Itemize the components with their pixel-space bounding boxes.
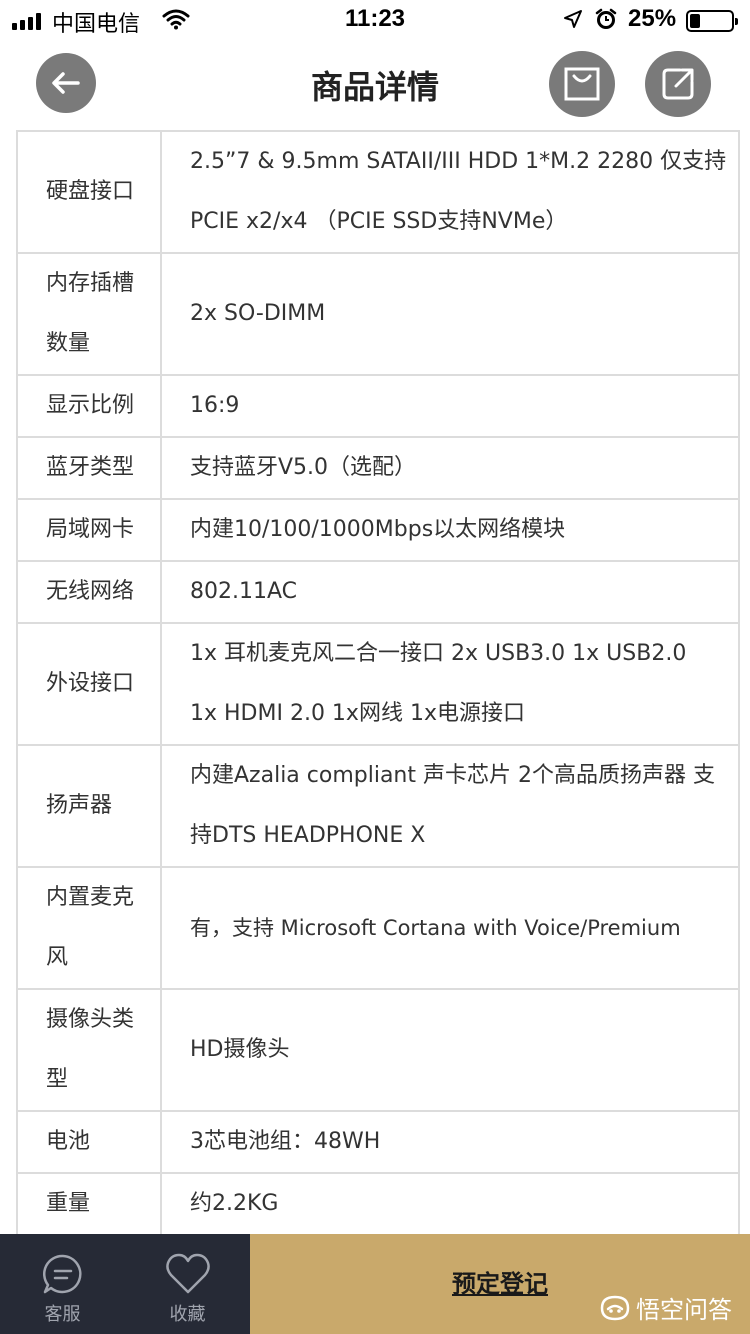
table-row: 电池 3芯电池组：48WH: [16, 1110, 740, 1174]
spec-key: 摄像头类型: [16, 988, 162, 1112]
spec-key: 内置麦克风: [16, 866, 162, 990]
spec-key: 扬声器: [16, 744, 162, 868]
spec-value: 内建10/100/1000Mbps以太网络模块: [160, 498, 740, 562]
spec-value: 约2.2KG: [160, 1172, 740, 1236]
battery-icon: [686, 10, 738, 32]
spec-value: 802.11AC: [160, 560, 740, 624]
battery-percent: 25%: [628, 5, 677, 32]
spec-key: 无线网络: [16, 560, 162, 624]
reserve-label: 预定登记: [452, 1270, 548, 1298]
spec-key: 显示比例: [16, 374, 162, 438]
spec-value: 支持蓝牙V5.0（选配）: [160, 436, 740, 500]
spec-value: 2.5”7 & 9.5mm SATAII/III HDD 1*M.2 2280 …: [160, 130, 740, 254]
table-row: 内置麦克风 有，支持 Microsoft Cortana with Voice/…: [16, 866, 740, 990]
alarm-icon: [595, 8, 617, 35]
table-row: 无线网络 802.11AC: [16, 560, 740, 624]
favorite-label: 收藏: [169, 1304, 206, 1325]
table-row: 局域网卡 内建10/100/1000Mbps以太网络模块: [16, 498, 740, 562]
location-icon: [563, 9, 583, 34]
spec-key: 重量: [16, 1172, 162, 1236]
spec-value: HD摄像头: [160, 988, 740, 1112]
customer-service-button[interactable]: 客服: [0, 1234, 125, 1334]
spec-key: 电池: [16, 1110, 162, 1174]
page-title: 商品详情: [310, 68, 439, 106]
watermark: 悟空问答: [600, 1290, 732, 1325]
spec-value: 16:9: [160, 374, 740, 438]
spec-value: 内建Azalia compliant 声卡芯片 2个高品质扬声器 支持DTS H…: [160, 744, 740, 868]
share-icon: [662, 68, 694, 100]
favorite-button[interactable]: 收藏: [125, 1234, 250, 1334]
cart-button[interactable]: [549, 51, 615, 117]
spec-key: 外设接口: [16, 622, 162, 746]
spec-value: 2x SO-DIMM: [160, 252, 740, 376]
header: 商品详情: [0, 40, 750, 130]
customer-service-label: 客服: [44, 1304, 81, 1325]
spec-value: 有，支持 Microsoft Cortana with Voice/Premiu…: [160, 866, 740, 990]
spec-key: 硬盘接口: [16, 130, 162, 254]
cart-icon: [564, 67, 600, 101]
spec-table: 硬盘接口 2.5”7 & 9.5mm SATAII/III HDD 1*M.2 …: [16, 130, 740, 1236]
table-row: 硬盘接口 2.5”7 & 9.5mm SATAII/III HDD 1*M.2 …: [16, 130, 740, 254]
bottom-tabs: 客服 收藏: [0, 1234, 250, 1334]
table-row: 蓝牙类型 支持蓝牙V5.0（选配）: [16, 436, 740, 500]
wukong-logo-icon: [600, 1295, 630, 1320]
table-row: 显示比例 16:9: [16, 374, 740, 438]
status-bar: 中国电信 11:23 25%: [0, 0, 750, 40]
watermark-text: 悟空问答: [636, 1296, 732, 1324]
spec-key: 蓝牙类型: [16, 436, 162, 500]
spec-key: 内存插槽数量: [16, 252, 162, 376]
table-row: 摄像头类型 HD摄像头: [16, 988, 740, 1112]
table-row: 重量 约2.2KG: [16, 1172, 740, 1236]
table-row: 内存插槽数量 2x SO-DIMM: [16, 252, 740, 376]
heart-icon: [165, 1253, 210, 1294]
spec-key: 局域网卡: [16, 498, 162, 562]
spec-value: 3芯电池组：48WH: [160, 1110, 740, 1174]
table-row: 外设接口 1x 耳机麦克风二合一接口 2x USB3.0 1x USB2.0 1…: [16, 622, 740, 746]
table-row: 扬声器 内建Azalia compliant 声卡芯片 2个高品质扬声器 支持D…: [16, 744, 740, 868]
spec-value: 1x 耳机麦克风二合一接口 2x USB3.0 1x USB2.0 1x HDM…: [160, 622, 740, 746]
share-button[interactable]: [645, 51, 711, 117]
chat-icon: [42, 1254, 82, 1294]
